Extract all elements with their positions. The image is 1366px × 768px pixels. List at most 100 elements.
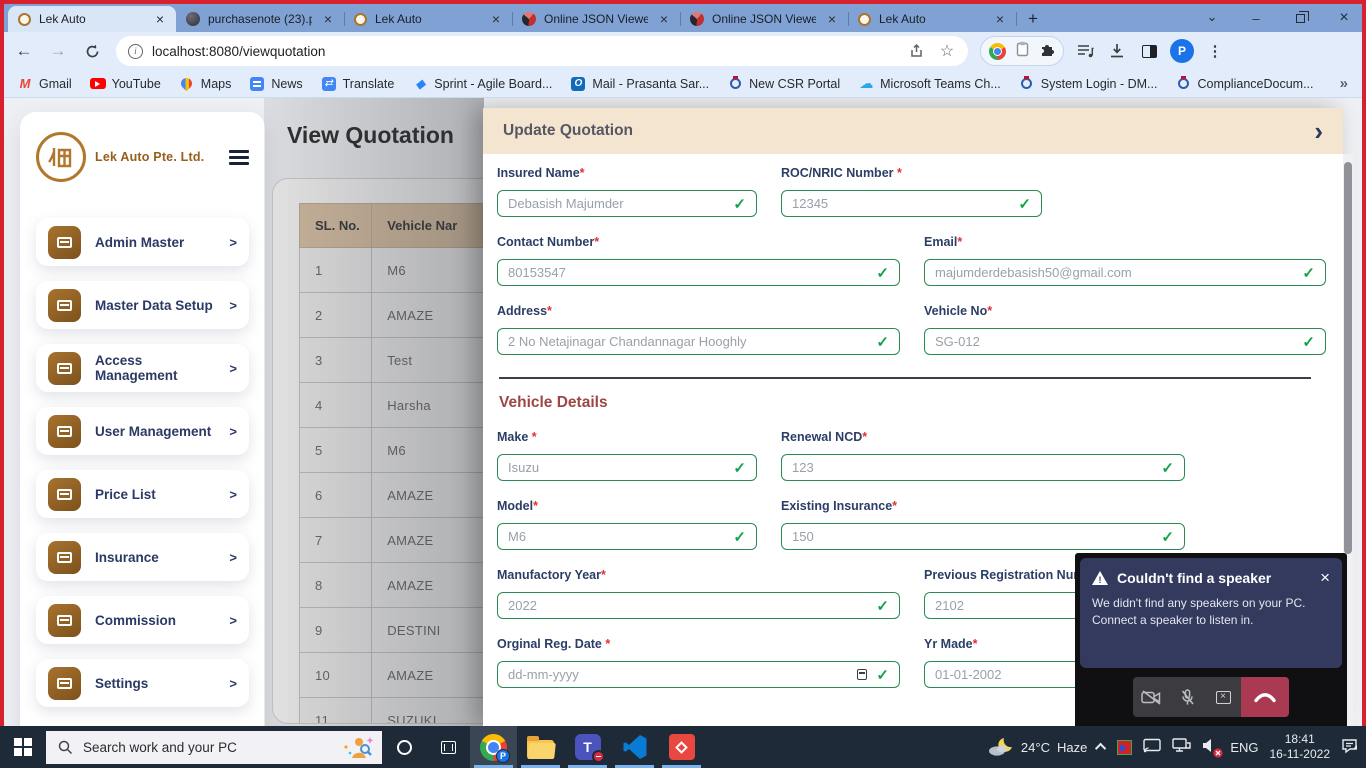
required-asterisk: *	[580, 166, 585, 180]
stop-sharing-icon[interactable]: ×	[1205, 677, 1241, 717]
sidebar-nav-item[interactable]: Price List >	[36, 470, 249, 518]
media-queue-icon[interactable]	[1070, 36, 1100, 66]
clock-widget[interactable]: 18:41 16-11-2022	[1270, 732, 1331, 762]
chevron-down-icon[interactable]: ⌄	[1190, 3, 1234, 31]
restore-button[interactable]	[1278, 4, 1322, 32]
sidebar-nav-item[interactable]: Master Data Setup >	[36, 281, 249, 329]
bookmark-item[interactable]: Maps	[172, 73, 239, 95]
hamburger-menu-icon[interactable]	[229, 150, 249, 165]
task-view-button[interactable]	[426, 726, 470, 768]
cell-sl-no: 2	[300, 293, 372, 338]
bookmark-item[interactable]: ⇄ Translate	[314, 73, 402, 95]
action-center-icon[interactable]	[1341, 738, 1358, 757]
profile-avatar[interactable]: P	[1170, 39, 1194, 63]
taskbar-teams-button[interactable]: T	[564, 726, 611, 768]
tab-close-icon[interactable]: ×	[656, 11, 672, 27]
weather-widget[interactable]: 24°C Haze	[988, 736, 1087, 758]
hidden-icons-chevron[interactable]	[1095, 743, 1106, 754]
taskbar-redapp-button[interactable]	[658, 726, 705, 768]
scrollbar-thumb[interactable]	[1344, 162, 1352, 554]
sidebar-nav-item[interactable]: Insurance >	[36, 533, 249, 581]
mic-off-icon[interactable]	[1169, 677, 1205, 717]
close-notification-icon[interactable]: ×	[1320, 569, 1330, 586]
tab-close-icon[interactable]: ×	[320, 11, 336, 27]
reload-icon[interactable]	[76, 35, 108, 67]
speaker-muted-icon[interactable]	[1202, 738, 1219, 756]
browser-tab[interactable]: Lek Auto ×	[8, 6, 176, 32]
bookmark-star-icon[interactable]: ☆	[932, 37, 962, 65]
sidebar-nav-item[interactable]: Admin Master >	[36, 218, 249, 266]
calendar-icon[interactable]	[857, 669, 867, 680]
camera-off-icon[interactable]	[1133, 677, 1169, 717]
text-input[interactable]: 12345 ✓	[781, 190, 1042, 217]
hangup-button[interactable]	[1241, 677, 1289, 717]
sidebar-nav-item[interactable]: Commission >	[36, 596, 249, 644]
language-indicator[interactable]: ENG	[1230, 740, 1258, 755]
browser-tab[interactable]: purchasenote (23).pdf ×	[176, 6, 344, 32]
tab-close-icon[interactable]: ×	[992, 11, 1008, 27]
text-input[interactable]: 2 No Netajinagar Chandannagar Hooghly ✓	[497, 328, 900, 355]
input-value: 12345	[792, 196, 1018, 211]
bookmark-item[interactable]: M Gmail	[10, 73, 79, 95]
kebab-menu-icon[interactable]: ⋮	[1200, 36, 1230, 66]
clipboard-extension-icon[interactable]	[1016, 41, 1029, 62]
notification-body: We didn't find any speakers on your PC. …	[1092, 595, 1330, 630]
text-input[interactable]: M6 ✓	[497, 523, 757, 550]
tray-app-icon[interactable]	[1117, 740, 1132, 755]
taskbar-vscode-button[interactable]	[611, 726, 658, 768]
sidebar-nav-item[interactable]: Settings >	[36, 659, 249, 707]
tab-close-icon[interactable]: ×	[824, 11, 840, 27]
side-panel-icon[interactable]	[1134, 36, 1164, 66]
close-window-button[interactable]: ×	[1322, 4, 1366, 32]
browser-tab[interactable]: Lek Auto ×	[848, 6, 1016, 32]
address-bar[interactable]: i localhost:8080/viewquotation ☆	[116, 36, 968, 66]
browser-tab[interactable]: Lek Auto ×	[344, 6, 512, 32]
text-input[interactable]: dd-mm-yyyy ✓	[497, 661, 900, 688]
back-icon[interactable]: ←	[8, 35, 40, 67]
bookmark-item[interactable]: O Mail - Prasanta Sar...	[563, 73, 716, 95]
text-input[interactable]: 80153547 ✓	[497, 259, 900, 286]
puzzle-extensions-icon[interactable]	[1039, 41, 1055, 62]
text-input[interactable]: 150 ✓	[781, 523, 1185, 550]
forward-icon[interactable]: →	[42, 35, 74, 67]
text-input[interactable]: 2022 ✓	[497, 592, 900, 619]
tab-favicon	[354, 13, 367, 26]
url-text[interactable]: localhost:8080/viewquotation	[152, 44, 902, 59]
sidebar-nav-item[interactable]: Access Management >	[36, 344, 249, 392]
share-icon[interactable]	[902, 37, 932, 65]
chrome-extension-icon[interactable]	[989, 43, 1006, 60]
bookmark-item[interactable]: System Login - DM...	[1012, 73, 1165, 95]
browser-tab[interactable]: Online JSON Viewer ×	[512, 6, 680, 32]
taskbar-chrome-button[interactable]: P	[470, 726, 517, 768]
start-button[interactable]	[0, 726, 46, 768]
sidebar-nav-item[interactable]: User Management >	[36, 407, 249, 455]
tab-close-icon[interactable]: ×	[152, 11, 168, 27]
bookmark-item[interactable]: New CSR Portal	[720, 73, 847, 95]
do-not-disturb-badge	[592, 750, 605, 763]
site-info-icon[interactable]: i	[128, 44, 143, 59]
bookmark-item[interactable]: ComplianceDocum...	[1168, 73, 1320, 95]
text-input[interactable]: 123 ✓	[781, 454, 1185, 481]
bookmark-item[interactable]: YouTube	[83, 73, 168, 95]
bookmark-item[interactable]: ☁ Microsoft Teams Ch...	[851, 73, 1008, 95]
download-icon[interactable]	[1102, 36, 1132, 66]
taskbar-explorer-button[interactable]	[517, 726, 564, 768]
minimize-button[interactable]: –	[1234, 4, 1278, 32]
bookmark-item[interactable]: ◆ Sprint - Agile Board...	[405, 73, 559, 95]
tab-close-icon[interactable]: ×	[488, 11, 504, 27]
text-input[interactable]: majumderdebasish50@gmail.com ✓	[924, 259, 1326, 286]
form-field: Make * Isuzu ✓	[497, 430, 757, 481]
taskbar-search-input[interactable]: Search work and your PC	[46, 731, 382, 764]
bookmark-favicon	[727, 76, 743, 92]
cast-icon[interactable]	[1143, 738, 1161, 756]
bookmark-item[interactable]: News	[242, 73, 309, 95]
browser-tab[interactable]: Online JSON Viewer ×	[680, 6, 848, 32]
text-input[interactable]: Isuzu ✓	[497, 454, 757, 481]
text-input[interactable]: SG-012 ✓	[924, 328, 1326, 355]
cortana-button[interactable]	[382, 726, 426, 768]
network-icon[interactable]	[1172, 738, 1191, 756]
collapse-drawer-icon[interactable]: ›	[1314, 118, 1323, 144]
text-input[interactable]: Debasish Majumder ✓	[497, 190, 757, 217]
new-tab-button[interactable]: +	[1020, 6, 1046, 32]
bookmarks-overflow-icon[interactable]: »	[1340, 75, 1356, 92]
